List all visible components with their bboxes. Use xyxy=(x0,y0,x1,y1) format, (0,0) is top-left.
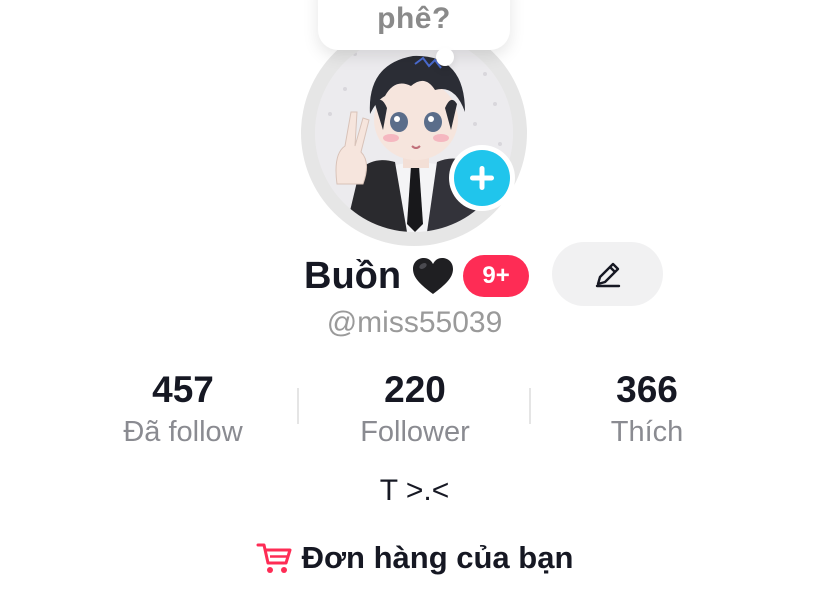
stat-following[interactable]: 457 Đã follow xyxy=(73,368,293,450)
name-row: Buồn 9+ xyxy=(304,252,530,300)
stat-divider xyxy=(529,388,531,424)
stat-following-value: 457 xyxy=(152,369,214,410)
plus-icon xyxy=(470,166,494,190)
pencil-icon xyxy=(595,262,620,288)
stat-likes[interactable]: 366 Thích xyxy=(537,368,757,450)
stat-likes-value: 366 xyxy=(616,369,678,410)
note-bubble[interactable]: phê? xyxy=(318,0,510,50)
add-story-button[interactable] xyxy=(449,145,515,211)
display-name: Buồn xyxy=(304,254,402,297)
stat-likes-label: Thích xyxy=(610,416,684,448)
stat-following-label: Đã follow xyxy=(123,416,243,448)
notification-badge[interactable]: 9+ xyxy=(463,255,530,297)
black-heart-icon xyxy=(413,258,454,294)
edit-profile-button[interactable] xyxy=(552,242,663,306)
shopping-cart-icon xyxy=(256,543,292,573)
add-button-circle xyxy=(454,150,510,206)
note-bubble-tail xyxy=(436,48,454,66)
stat-divider xyxy=(297,388,299,424)
orders-link[interactable]: Đơn hàng của bạn xyxy=(0,540,829,576)
bio: T >.< xyxy=(379,474,450,507)
note-text: phê? xyxy=(377,2,451,35)
stat-followers-value: 220 xyxy=(384,369,446,410)
orders-label: Đơn hàng của bạn xyxy=(301,540,574,575)
profile-page: phê? Buồn 9+ @miss55039 457 Đã follow 22… xyxy=(0,0,829,600)
stat-followers[interactable]: 220 Follower xyxy=(305,368,525,450)
username: @miss55039 xyxy=(326,306,503,339)
stat-followers-label: Follower xyxy=(360,416,470,448)
